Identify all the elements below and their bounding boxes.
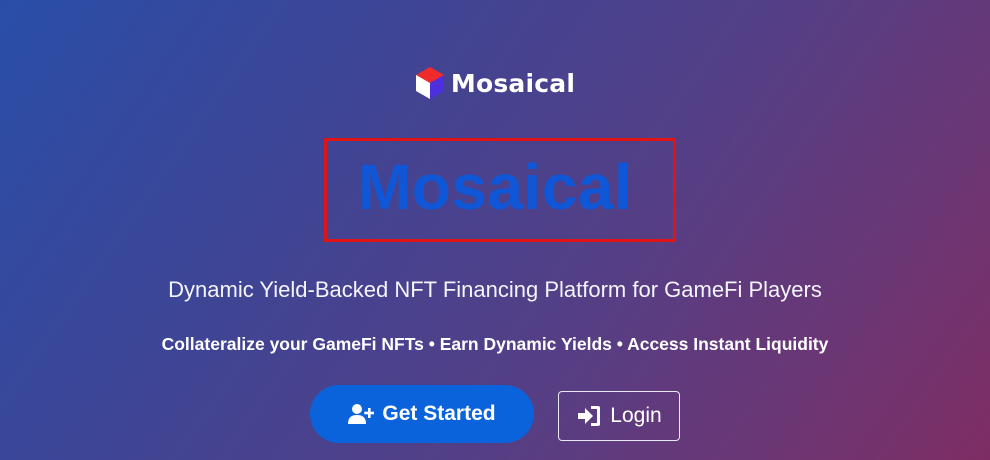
login-label: Login xyxy=(610,403,662,427)
cube-logo-icon xyxy=(415,67,444,99)
brand-name: Mosaical xyxy=(450,68,576,98)
user-plus-icon xyxy=(348,404,375,424)
hero-title-frame: Mosaical xyxy=(324,138,676,242)
get-started-button[interactable]: Get Started xyxy=(310,385,534,443)
tagline: Dynamic Yield-Backed NFT Financing Platf… xyxy=(168,277,822,302)
get-started-label: Get Started xyxy=(382,402,496,425)
feature-list: Collateralize your GameFi NFTs • Earn Dy… xyxy=(161,334,829,354)
hero-title: Mosaical xyxy=(357,151,633,223)
login-button[interactable]: Login xyxy=(558,390,680,441)
brand-header: Mosaical xyxy=(0,66,990,100)
sign-in-icon xyxy=(578,405,601,426)
hero-actions: Get Started Login xyxy=(0,385,990,443)
